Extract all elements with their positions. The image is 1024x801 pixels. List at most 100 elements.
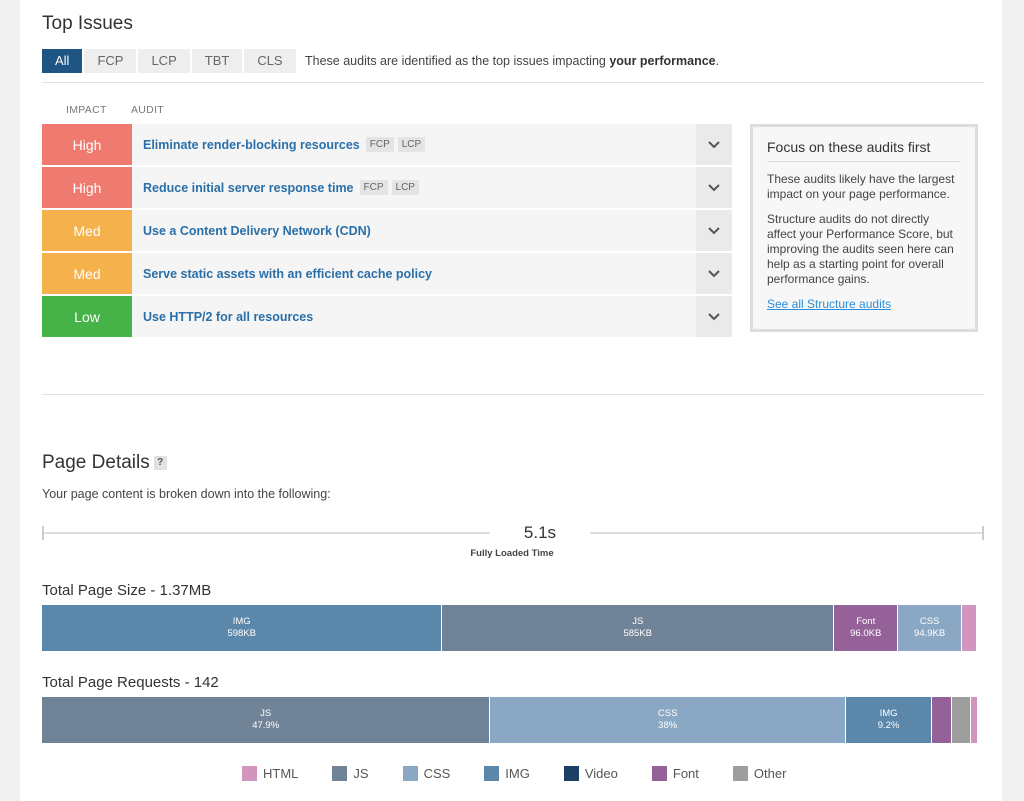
audit-link[interactable]: Use a Content Delivery Network (CDN) xyxy=(143,224,371,238)
legend-item-css: CSS xyxy=(402,766,451,781)
bar-segment-css[interactable]: CSS 38% xyxy=(490,697,847,743)
metric-tag: FCP xyxy=(359,180,388,195)
segment-name: JS xyxy=(260,708,272,719)
page-details-title-text: Page Details xyxy=(42,452,150,473)
page-size-bar: IMG 598KB JS 585KB Font 96.0KB CSS 94.9KB xyxy=(42,605,978,651)
audit-name[interactable]: Serve static assets with an efficient ca… xyxy=(132,253,696,294)
page-details-subtitle: Your page content is broken down into th… xyxy=(42,487,331,501)
audit-link[interactable]: Serve static assets with an efficient ca… xyxy=(143,267,432,281)
focus-callout: Focus on these audits first These audits… xyxy=(750,124,978,332)
expand-chevron-icon[interactable] xyxy=(696,253,732,294)
audit-column-header: AUDIT xyxy=(131,104,164,116)
focus-text-1: These audits likely have the largest imp… xyxy=(767,172,955,201)
impact-column-header: IMPACT xyxy=(66,104,107,116)
filter-description-end: . xyxy=(715,54,720,68)
segment-name: CSS xyxy=(919,616,940,627)
segment-name: IMG xyxy=(879,708,898,719)
filter-all[interactable]: All xyxy=(42,49,83,73)
report-page: Top Issues All FCP LCP TBT CLS These aud… xyxy=(20,0,1002,801)
expand-chevron-icon[interactable] xyxy=(696,210,732,251)
legend-item-js: JS xyxy=(332,766,369,781)
bar-segment-css[interactable]: CSS 94.9KB xyxy=(898,605,962,651)
chart-legend: HTML JS CSS IMG Video Font Other xyxy=(242,766,786,781)
impact-badge: High xyxy=(42,124,132,165)
segment-value: 9.2% xyxy=(877,720,900,731)
legend-swatch xyxy=(402,766,418,781)
audit-link[interactable]: Reduce initial server response time xyxy=(143,181,354,195)
impact-badge: High xyxy=(42,167,132,208)
filter-cls[interactable]: CLS xyxy=(244,49,296,73)
audit-link[interactable]: Use HTTP/2 for all resources xyxy=(143,310,313,324)
impact-badge: Med xyxy=(42,253,132,294)
legend-item-font: Font xyxy=(651,766,699,781)
legend-label: JS xyxy=(353,766,369,781)
legend-label: Video xyxy=(584,766,618,781)
legend-item-video: Video xyxy=(563,766,618,781)
filter-fcp[interactable]: FCP xyxy=(84,49,137,73)
page-requests-bar: JS 47.9% CSS 38% IMG 9.2% xyxy=(42,697,978,743)
bar-segment-font[interactable] xyxy=(932,697,952,743)
impact-badge: Low xyxy=(42,296,132,337)
legend-swatch xyxy=(484,766,500,781)
segment-value: 38% xyxy=(658,720,678,731)
audit-name[interactable]: Eliminate render-blocking resources FCP LC… xyxy=(132,124,696,165)
legend-label: Font xyxy=(672,766,699,781)
bar-segment-img[interactable]: IMG 9.2% xyxy=(846,697,933,743)
fully-loaded-label: Fully Loaded Time xyxy=(470,548,554,559)
legend-swatch xyxy=(651,766,667,781)
legend-swatch xyxy=(332,766,348,781)
issue-row[interactable]: High Reduce initial server response time… xyxy=(42,167,732,208)
bar-segment-img[interactable]: IMG 598KB xyxy=(42,605,443,651)
audit-name[interactable]: Use a Content Delivery Network (CDN) xyxy=(132,210,696,251)
legend-label: CSS xyxy=(423,766,451,781)
audit-name[interactable]: Use HTTP/2 for all resources xyxy=(132,296,696,337)
legend-swatch xyxy=(242,766,257,781)
filter-description-text: These audits are identified as the top i… xyxy=(305,54,610,68)
legend-item-other: Other xyxy=(732,766,787,781)
segment-value: 94.9KB xyxy=(914,628,946,639)
bar-segment-html[interactable] xyxy=(971,697,978,743)
segment-name: JS xyxy=(632,616,644,627)
bar-segment-js[interactable]: JS 47.9% xyxy=(42,697,491,743)
expand-chevron-icon[interactable] xyxy=(696,167,732,208)
help-icon[interactable]: ? xyxy=(153,456,167,470)
bar-segment-html[interactable] xyxy=(961,605,977,651)
segment-name: Font xyxy=(856,616,876,627)
impact-badge: Med xyxy=(42,210,132,251)
issue-row[interactable]: Med Serve static assets with an efficien… xyxy=(42,253,732,294)
legend-label: Other xyxy=(753,766,787,781)
metric-tag: FCP xyxy=(365,137,394,152)
timeline-start-cap xyxy=(42,526,44,540)
legend-swatch xyxy=(732,766,748,781)
top-issues-title: Top Issues xyxy=(42,13,133,34)
bar-segment-js[interactable]: JS 585KB xyxy=(442,605,835,651)
bar-segment-other[interactable] xyxy=(951,697,972,743)
expand-chevron-icon[interactable] xyxy=(696,124,732,165)
bar-segment-font[interactable]: Font 96.0KB xyxy=(834,605,899,651)
fully-loaded-value: 5.1s xyxy=(490,523,590,543)
timeline-end-cap xyxy=(982,526,984,540)
issue-row[interactable]: Low Use HTTP/2 for all resources xyxy=(42,296,732,337)
page-size-title: Total Page Size - 1.37MB xyxy=(42,582,212,599)
bar-segment-other[interactable] xyxy=(976,605,978,651)
filter-description-bold: your performance xyxy=(609,54,716,68)
audit-name[interactable]: Reduce initial server response time FCP LC… xyxy=(132,167,696,208)
metric-tag: LCP xyxy=(397,137,426,152)
legend-item-html: HTML xyxy=(242,766,298,781)
metric-tag: LCP xyxy=(391,180,419,195)
segment-value: 47.9% xyxy=(252,720,280,731)
divider xyxy=(42,82,984,83)
filter-tbt[interactable]: TBT xyxy=(191,49,243,73)
filter-description: These audits are identified as the top i… xyxy=(305,54,719,68)
see-structure-audits-link[interactable]: See all Structure audits xyxy=(767,297,961,311)
filter-lcp[interactable]: LCP xyxy=(138,49,190,73)
page-requests-title: Total Page Requests - 142 xyxy=(42,674,219,691)
expand-chevron-icon[interactable] xyxy=(696,296,732,337)
segment-value: 585KB xyxy=(623,628,653,639)
focus-title: Focus on these audits first xyxy=(767,139,961,162)
issue-row[interactable]: High Eliminate render-blocking resources… xyxy=(42,124,732,165)
audit-link[interactable]: Eliminate render-blocking resources xyxy=(143,138,360,152)
issue-row[interactable]: Med Use a Content Delivery Network (CDN) xyxy=(42,210,732,251)
legend-label: IMG xyxy=(505,766,530,781)
page-details-title: Page Details? xyxy=(42,452,167,474)
